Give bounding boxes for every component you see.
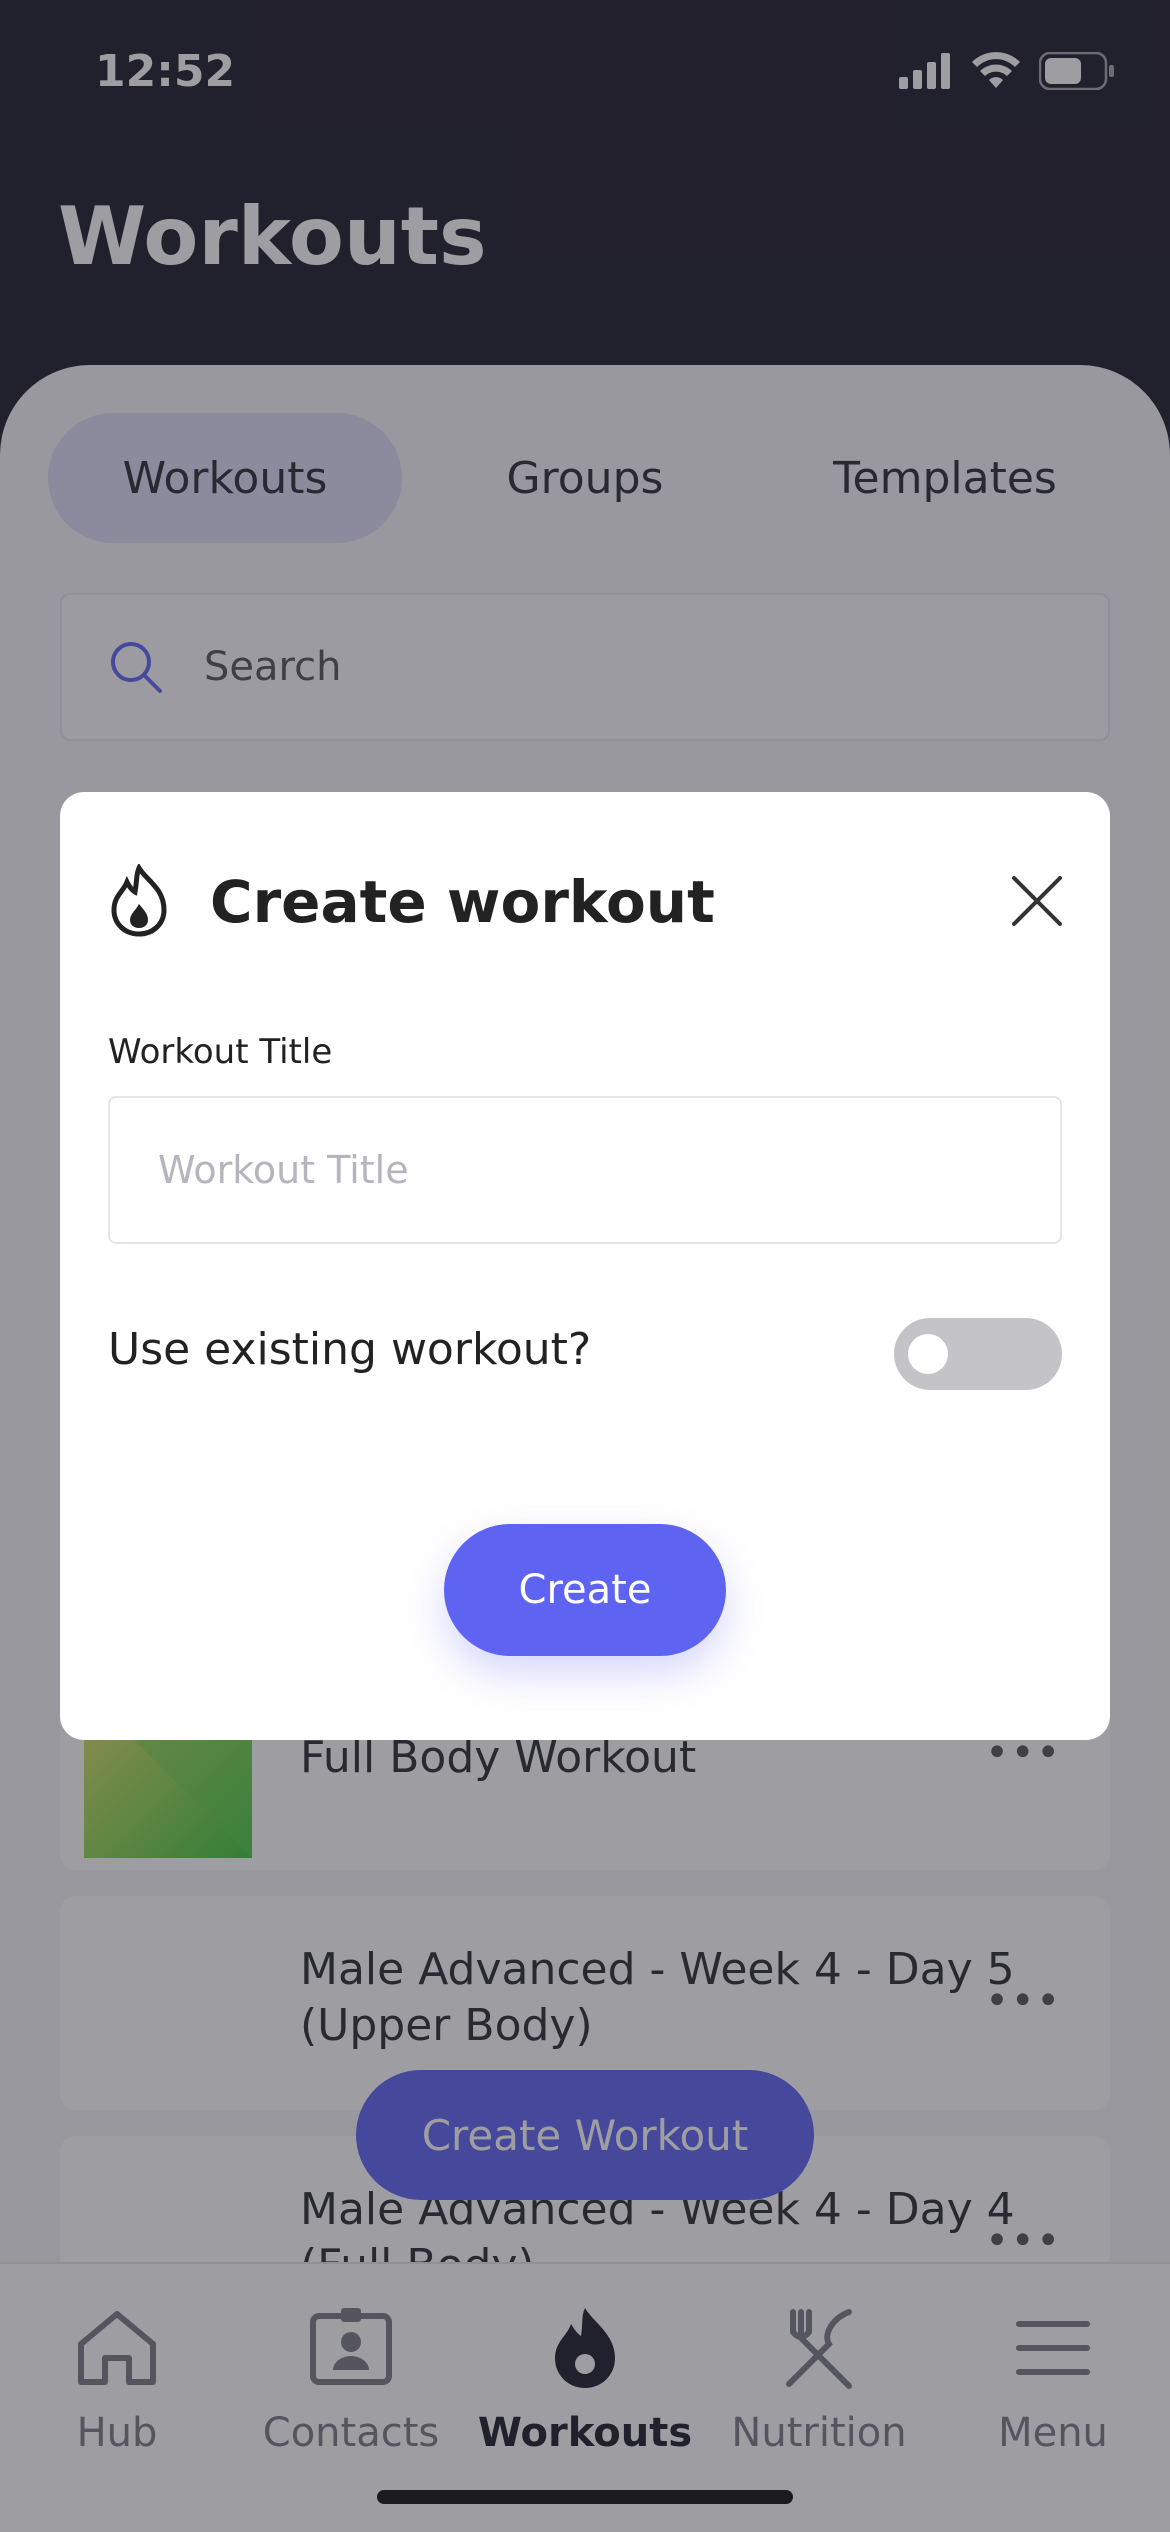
- workout-title-input[interactable]: [108, 1096, 1062, 1244]
- close-icon[interactable]: [1008, 872, 1066, 930]
- use-existing-label: Use existing workout?: [108, 1324, 592, 1375]
- use-existing-toggle[interactable]: [894, 1318, 1062, 1390]
- create-button[interactable]: Create: [444, 1524, 726, 1656]
- toggle-knob: [908, 1334, 948, 1374]
- flame-icon: [111, 864, 167, 937]
- modal-title: Create workout: [210, 868, 715, 936]
- workout-title-label: Workout Title: [108, 1032, 333, 1072]
- create-workout-modal: Create workout Workout Title Use existin…: [60, 792, 1110, 1740]
